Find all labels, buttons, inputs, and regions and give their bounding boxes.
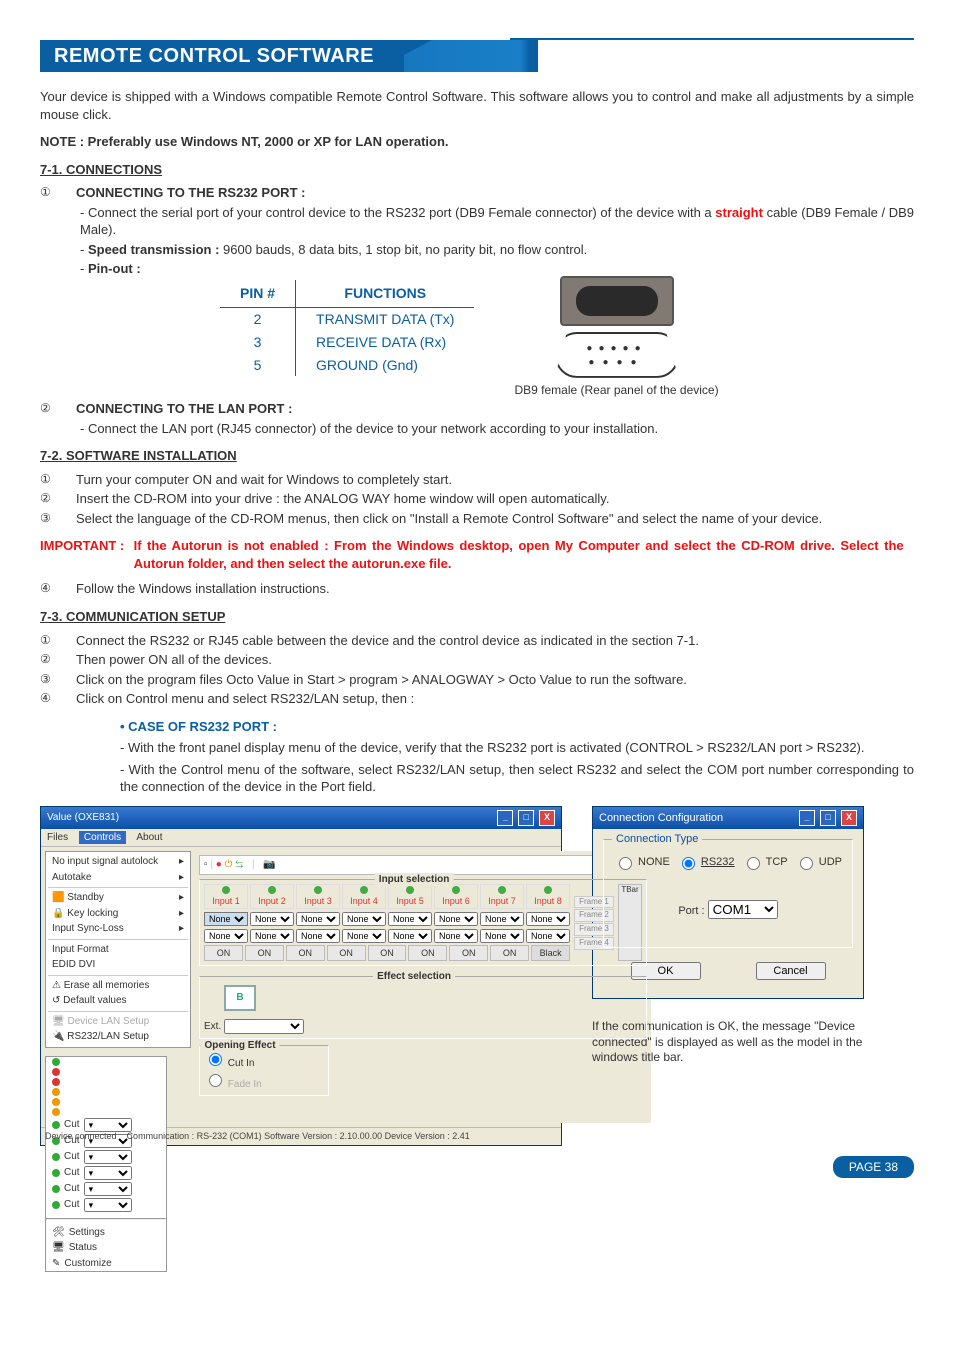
radio-udp [800,857,813,870]
case-rs232-l2: - With the Control menu of the software,… [120,761,914,796]
connector-caption: DB9 female (Rear panel of the device) [514,382,718,398]
menu-controls[interactable]: Controls [79,831,126,844]
db9-diagram-icon: ●●●●● ●●●● [555,332,679,378]
effects-submenu: Cut▾ Cut▾ Cut▾ Cut▾ Cut▾ Cut▾ 🛠 Settings… [45,1056,167,1273]
case-rs232-l1: - With the front panel display menu of t… [120,739,914,757]
pin-table: PIN # FUNCTIONS 2TRANSMIT DATA (Tx) 3REC… [220,280,474,377]
connection-type-group: Connection Type NONE RS232 TCP UDP Port … [603,839,853,948]
input-selection-group: Input selection Input 1 Input 2 Input 3 … [199,879,647,966]
cancel-button[interactable]: Cancel [756,962,826,980]
menu-bar: Files Controls About [41,829,561,848]
camera-icon[interactable]: 📷 [263,859,275,870]
cc-title: Connection Configuration [599,811,723,826]
case-rs232-title: • CASE OF RS232 PORT : [120,718,914,736]
bullet-num: ① [40,184,76,202]
connector-photo-icon [560,276,674,326]
rs232-line1: - Connect the serial port of your contro… [80,204,914,239]
radio-none [619,857,632,870]
menu-about[interactable]: About [136,832,162,843]
radio-rs232 [682,857,695,870]
input-7[interactable]: Input 7 [480,884,524,909]
close-icon[interactable]: X [539,810,555,826]
link-icon[interactable]: ⇆ [235,859,243,870]
maximize-icon[interactable]: □ [518,810,534,826]
intro-paragraph: Your device is shipped with a Windows co… [40,88,914,123]
connector-figure: ●●●●● ●●●● DB9 female (Rear panel of the… [514,276,718,398]
pin-header-fn: FUNCTIONS [296,280,475,307]
input-1[interactable]: Input 1 [204,884,248,909]
note-line: NOTE : Preferably use Windows NT, 2000 o… [40,133,914,151]
input-3[interactable]: Input 3 [296,884,340,909]
page-number-badge: PAGE 38 [833,1156,914,1178]
effect-b-button[interactable]: B [224,985,256,1011]
fade-in-radio [209,1074,222,1087]
sub-heading-rs232: CONNECTING TO THE RS232 PORT : [76,184,914,202]
lan-line1: - Connect the LAN port (RJ45 connector) … [80,420,914,438]
input-8[interactable]: Input 8 [526,884,570,909]
sub-heading-lan: CONNECTING TO THE LAN PORT : [76,400,914,418]
software-main-window: Value (OXE831) _ □ X Files Controls Abou… [40,806,562,1146]
status-bar: Device connected Communication : RS-232 … [41,1127,561,1144]
input-5[interactable]: Input 5 [388,884,432,909]
input-2[interactable]: Input 2 [250,884,294,909]
bullet-num: ② [40,400,76,418]
pin-header-pin: PIN # [220,280,296,307]
cut-in-radio [209,1053,222,1066]
ext-select[interactable] [224,1019,304,1034]
maximize-icon[interactable]: □ [820,810,836,826]
radio-tcp [747,857,760,870]
section-title: REMOTE CONTROL SOFTWARE [40,40,404,72]
minimize-icon[interactable]: _ [799,810,815,826]
power-icon[interactable]: ⏻ [225,859,233,870]
close-icon[interactable]: X [841,810,857,826]
menu-files[interactable]: Files [47,832,68,843]
connection-config-window: Connection Configuration _ □ X Connectio… [592,806,864,999]
heading-7-3: 7-3. COMMUNICATION SETUP [40,608,914,626]
section-title-bar: REMOTE CONTROL SOFTWARE [40,40,914,72]
heading-7-2: 7-2. SOFTWARE INSTALLATION [40,447,914,465]
heading-7-1: 7-1. CONNECTIONS [40,161,914,179]
minimize-icon[interactable]: _ [497,810,513,826]
rs232-line2: - Speed transmission : 9600 bauds, 8 dat… [80,241,914,259]
important-note: IMPORTANT : If the Autorun is not enable… [40,537,914,572]
input-6[interactable]: Input 6 [434,884,478,909]
controls-dropdown: No input signal autolock▸ Autotake▸ 🟧 St… [45,851,191,1048]
port-select[interactable]: COM1 [708,900,778,919]
input-4[interactable]: Input 4 [342,884,386,909]
new-icon[interactable]: ▫ [204,859,208,870]
opening-effect-group: Opening Effect Cut In Fade In [199,1045,329,1096]
rs232-line3: - Pin-out : [80,260,914,278]
window-title: Value (OXE831) [47,811,119,825]
effect-selection-group: Effect selection B Ext. [199,976,647,1039]
port-label: Port : [678,905,704,917]
record-icon[interactable]: ● [216,859,222,870]
